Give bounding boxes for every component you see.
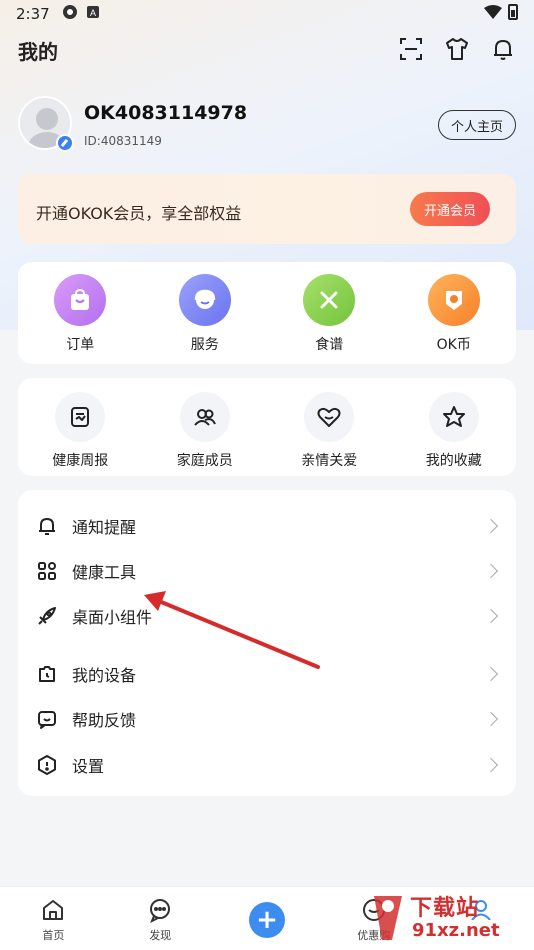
user-id: ID:40831149 <box>84 134 162 148</box>
page-title: 我的 <box>18 39 58 64</box>
health-family-care[interactable]: 亲情关爱 <box>267 378 392 476</box>
menu-item-help-feedback[interactable]: 帮助反馈 <box>18 697 516 741</box>
open-vip-button[interactable]: 开通会员 <box>410 192 490 226</box>
order-bag-icon <box>54 274 107 326</box>
menu-item-label: 帮助反馈 <box>72 711 137 730</box>
profile-section: OK4083114978 ID:40831149 个人主页 <box>18 96 516 156</box>
health-family-members[interactable]: 家庭成员 <box>143 378 268 476</box>
svg-text:A: A <box>90 8 96 18</box>
homepage-button[interactable]: 个人主页 <box>437 110 516 140</box>
watermark-logo-icon <box>374 896 402 940</box>
health-features-card: 健康周报 家庭成员 亲情关爱 我的收藏 <box>18 378 516 476</box>
menu-item-label: 通知提醒 <box>72 518 137 537</box>
rocket-icon <box>38 607 56 625</box>
settings-hex-icon <box>38 755 56 775</box>
app-a-icon: A <box>86 5 100 23</box>
shirt-icon[interactable] <box>444 36 470 62</box>
quick-action-label: 食谱 <box>315 337 344 353</box>
chevron-right-icon <box>483 608 499 624</box>
tab-home[interactable]: 首页 <box>0 887 107 950</box>
health-item-label: 亲情关爱 <box>301 453 358 469</box>
menu-item-settings[interactable]: 设置 <box>18 743 516 787</box>
menu-item-my-devices[interactable]: 我的设备 <box>18 652 516 696</box>
heart-icon <box>304 392 355 442</box>
chevron-right-icon <box>483 666 499 682</box>
battery-icon <box>508 4 518 20</box>
quick-actions-card: 订单 服务 食谱 OK币 <box>18 262 516 364</box>
fork-spoon-icon <box>303 274 356 326</box>
device-icon <box>39 666 55 682</box>
tab-label: 首页 <box>42 928 65 942</box>
status-bar: 2:37 A <box>0 0 534 28</box>
edit-avatar-icon[interactable] <box>56 134 74 152</box>
quick-action-label: 服务 <box>190 337 219 353</box>
report-icon <box>55 392 106 442</box>
page-header: 我的 <box>0 30 534 70</box>
plus-icon: + <box>248 901 285 938</box>
health-item-label: 我的收藏 <box>425 453 482 469</box>
status-time: 2:37 <box>16 5 50 23</box>
health-weekly-report[interactable]: 健康周报 <box>18 378 143 476</box>
bell-icon <box>39 518 55 535</box>
quick-action-label: OK币 <box>436 337 471 353</box>
quick-action-okcoin[interactable]: OK币 <box>392 262 517 364</box>
headset-service-icon <box>178 274 231 326</box>
chevron-right-icon <box>483 518 499 534</box>
watermark-url: 91xz.net <box>410 920 502 941</box>
coin-icon <box>427 274 480 326</box>
health-item-label: 家庭成员 <box>176 453 233 469</box>
wifi-icon <box>484 5 502 19</box>
chevron-right-icon <box>483 711 499 727</box>
menu-item-label: 桌面小组件 <box>72 608 153 627</box>
username: OK4083114978 <box>84 102 248 124</box>
tab-discover[interactable]: 发现 <box>107 887 214 950</box>
star-icon <box>428 392 479 442</box>
settings-menu-card: 通知提醒 健康工具 桌面小组件 我的设备 帮助反馈 设置 <box>18 490 516 796</box>
tab-label: 发现 <box>149 928 172 942</box>
grid-tools-icon <box>38 562 56 580</box>
quick-action-label: 订单 <box>66 337 95 353</box>
discover-icon <box>150 898 171 923</box>
quick-action-recipe[interactable]: 食谱 <box>267 262 392 364</box>
watermark: 下载站 91xz.net <box>370 888 530 948</box>
family-icon <box>179 392 230 442</box>
menu-item-label: 我的设备 <box>72 666 137 685</box>
watermark-text: 下载站 <box>410 896 480 921</box>
bell-icon[interactable] <box>490 36 516 62</box>
health-item-label: 健康周报 <box>52 453 109 469</box>
vip-banner[interactable]: 开通OKOK会员，享全部权益 开通会员 <box>18 174 516 244</box>
app-notification-icon <box>62 4 78 24</box>
home-icon <box>43 899 64 920</box>
quick-action-service[interactable]: 服务 <box>143 262 268 364</box>
feedback-icon <box>38 711 56 729</box>
vip-text: 开通OKOK会员，享全部权益 <box>36 204 242 223</box>
quick-action-order[interactable]: 订单 <box>18 262 143 364</box>
menu-item-label: 设置 <box>72 757 105 776</box>
menu-item-label: 健康工具 <box>72 563 137 582</box>
health-my-favorites[interactable]: 我的收藏 <box>392 378 517 476</box>
menu-item-health-tools[interactable]: 健康工具 <box>18 549 516 593</box>
menu-item-desktop-widgets[interactable]: 桌面小组件 <box>18 594 516 638</box>
chevron-right-icon <box>483 757 499 773</box>
chevron-right-icon <box>483 563 499 579</box>
menu-item-notifications[interactable]: 通知提醒 <box>18 504 516 548</box>
scan-icon[interactable] <box>398 36 424 62</box>
tab-add[interactable]: + <box>214 887 321 950</box>
